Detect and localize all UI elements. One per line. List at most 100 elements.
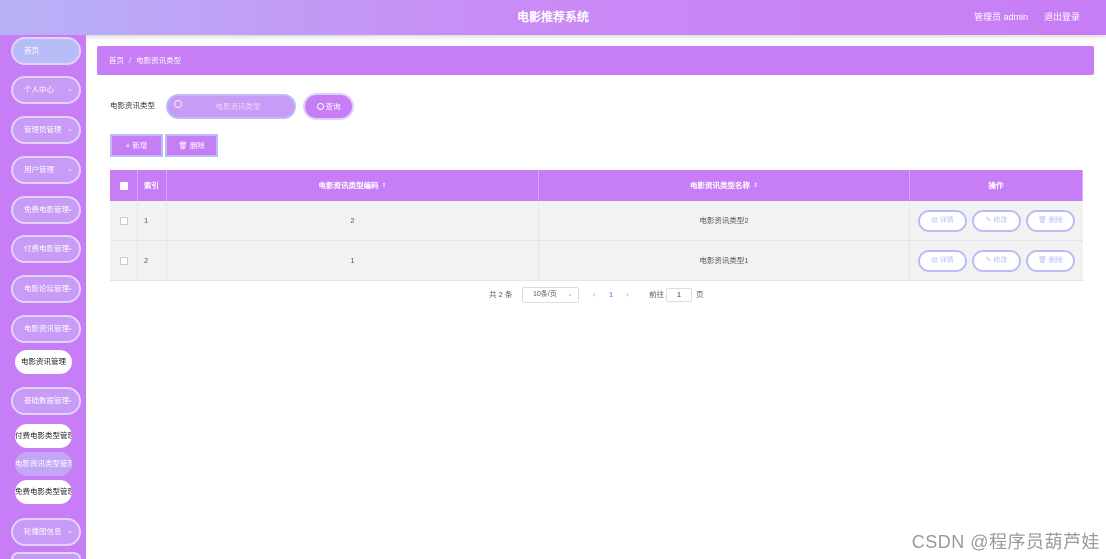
chevron-down-icon: ⌄ — [67, 397, 73, 404]
sidebar-item-label: 用户管理 — [24, 165, 54, 174]
sidebar-item-label: 电影资讯类型管理 — [15, 459, 72, 468]
chevron-down-icon: ⌄ — [67, 166, 73, 173]
header-ops: 操作 — [910, 170, 1083, 201]
sidebar-item-base-data-management[interactable]: 基础数据管理 ⌄ — [11, 387, 81, 415]
document-icon: ▤ — [931, 257, 938, 264]
chevron-down-icon: ⌄ — [67, 206, 73, 213]
pagination-total: 共 2 条 — [489, 290, 513, 299]
logout-link[interactable]: 退出登录 — [1044, 0, 1080, 35]
search-field[interactable] — [166, 94, 296, 119]
chevron-down-icon: ⌄ — [567, 291, 573, 298]
sidebar-item-news-management[interactable]: 电影资讯管理 ⌄ — [11, 315, 81, 343]
sidebar-item-label: 电影资讯管理 — [21, 357, 66, 366]
pencil-icon: ✎ — [985, 217, 992, 224]
add-button[interactable]: + 新增 — [110, 134, 163, 157]
pencil-icon: ✎ — [985, 257, 992, 264]
sidebar-subitem-free-movie-types[interactable]: 免费电影类型管理 — [15, 480, 72, 504]
sidebar-subitem-paid-movie-types[interactable]: 付费电影类型管理 — [15, 424, 72, 448]
sidebar-item-admin-management[interactable]: 管理员管理 ⌄ — [11, 116, 81, 144]
row-name: 电影资讯类型1 — [539, 241, 910, 280]
chevron-down-icon: ⌄ — [67, 325, 73, 332]
header-name[interactable]: 电影资讯类型名称 ⇕ — [539, 170, 910, 201]
edit-label: 修改 — [993, 217, 1008, 224]
current-page[interactable]: 1 — [609, 287, 613, 303]
detail-button[interactable]: ▤ 详情 — [918, 210, 967, 232]
goto-page-input[interactable]: 1 — [666, 288, 692, 302]
search-icon — [316, 103, 324, 110]
detail-label: 详情 — [939, 257, 954, 264]
current-user: 管理员 admin — [973, 12, 1028, 22]
header-code-label: 电影资讯类型编码 — [318, 181, 379, 190]
delete-label: 删除 — [1048, 217, 1063, 224]
document-icon: ▤ — [931, 217, 938, 224]
sidebar: 首页 个人中心 ⌄ 管理员管理 ⌄ 用户管理 ⌄ 免费电影管理 ⌄ 付费电影管理 ⌄ 电影… — [0, 35, 86, 559]
edit-label: 修改 — [993, 257, 1008, 264]
select-all-checkbox[interactable] — [119, 181, 128, 190]
header-code[interactable]: 电影资讯类型编码 ⇕ — [167, 170, 539, 201]
row-checkbox[interactable] — [119, 256, 128, 265]
query-button-label: 查询 — [325, 102, 341, 111]
breadcrumb-current: 电影资讯类型 — [136, 56, 182, 65]
sidebar-item-free-movie-management[interactable]: 免费电影管理 ⌄ — [11, 196, 81, 224]
row-code: 2 — [167, 201, 539, 240]
sidebar-item-label: 轮播图信息 — [24, 527, 62, 536]
prev-page-button[interactable]: ‹ — [593, 287, 596, 303]
top-header: 电影推荐系统 管理员 admin 退出登录 — [0, 0, 1106, 35]
header-name-label: 电影资讯类型名称 — [689, 181, 750, 190]
breadcrumb-separator: / — [129, 56, 132, 65]
query-button[interactable]: 查询 — [303, 93, 354, 120]
edit-button[interactable]: ✎ 修改 — [972, 210, 1021, 232]
page-size-value: 10条/页 — [533, 291, 557, 298]
sidebar-item-paid-movie-management[interactable]: 付费电影管理 ⌄ — [11, 235, 81, 263]
delete-label: 删除 — [1048, 257, 1063, 264]
header-index: 索引 — [138, 170, 167, 201]
sidebar-item-label: 电影论坛管理 — [24, 284, 69, 293]
sort-icon[interactable]: ⇕ — [753, 182, 758, 189]
chevron-down-icon: ⌄ — [67, 126, 73, 133]
sidebar-subitem-news-management[interactable]: 电影资讯管理 — [15, 350, 72, 374]
row-checkbox[interactable] — [119, 216, 128, 225]
trash-icon: 🗑 — [1038, 257, 1047, 264]
sidebar-item-label: 免费电影类型管理 — [15, 487, 72, 496]
sidebar-item-more[interactable] — [11, 552, 81, 559]
sidebar-item-personal-center[interactable]: 个人中心 ⌄ — [11, 76, 81, 104]
detail-button[interactable]: ▤ 详情 — [918, 250, 967, 272]
sidebar-item-label: 付费电影类型管理 — [15, 431, 72, 440]
sidebar-item-carousel-info[interactable]: 轮播图信息 ⌄ — [11, 518, 81, 546]
sidebar-item-label: 电影资讯管理 — [24, 324, 69, 333]
page-size-select[interactable]: 10条/页 ⌄ — [522, 287, 579, 303]
breadcrumb-home[interactable]: 首页 — [109, 56, 124, 65]
chevron-down-icon: ⌄ — [67, 528, 73, 535]
row-code: 1 — [167, 241, 539, 280]
chevron-down-icon: ⌄ — [67, 245, 73, 252]
batch-delete-button[interactable]: 🗑 删除 — [165, 134, 218, 157]
row-select[interactable] — [110, 241, 138, 280]
sidebar-item-user-management[interactable]: 用户管理 ⌄ — [11, 156, 81, 184]
delete-button[interactable]: 🗑 删除 — [1026, 210, 1075, 232]
sidebar-item-label: 基础数据管理 — [24, 396, 69, 405]
header-select-all[interactable] — [110, 170, 138, 201]
sidebar-item-forum-management[interactable]: 电影论坛管理 ⌄ — [11, 275, 81, 303]
row-index: 2 — [138, 241, 167, 280]
delete-button-label: 删除 — [189, 141, 205, 150]
row-select[interactable] — [110, 201, 138, 240]
sidebar-item-label: 首页 — [24, 46, 39, 55]
search-label: 电影资讯类型 — [110, 101, 155, 110]
edit-button[interactable]: ✎ 修改 — [972, 250, 1021, 272]
table-row: 2 1 电影资讯类型1 ▤ 详情 ✎ 修改 🗑 删除 — [110, 241, 1083, 281]
sidebar-subitem-news-types[interactable]: 电影资讯类型管理 — [15, 452, 72, 476]
search-icon — [174, 100, 182, 108]
row-ops: ▤ 详情 ✎ 修改 🗑 删除 — [910, 201, 1083, 240]
search-input[interactable] — [186, 98, 290, 115]
sidebar-item-label: 免费电影管理 — [24, 205, 69, 214]
sidebar-item-label: 付费电影管理 — [24, 244, 69, 253]
breadcrumb: 首页 / 电影资讯类型 — [97, 46, 1094, 75]
next-page-button[interactable]: › — [626, 287, 629, 303]
delete-button[interactable]: 🗑 删除 — [1026, 250, 1075, 272]
trash-icon: 🗑 — [1038, 217, 1047, 224]
sort-icon[interactable]: ⇕ — [381, 182, 386, 189]
sidebar-item-home[interactable]: 首页 — [11, 37, 81, 65]
trash-icon: 🗑 — [178, 141, 188, 150]
row-name: 电影资讯类型2 — [539, 201, 910, 240]
chevron-down-icon: ⌄ — [67, 86, 73, 93]
